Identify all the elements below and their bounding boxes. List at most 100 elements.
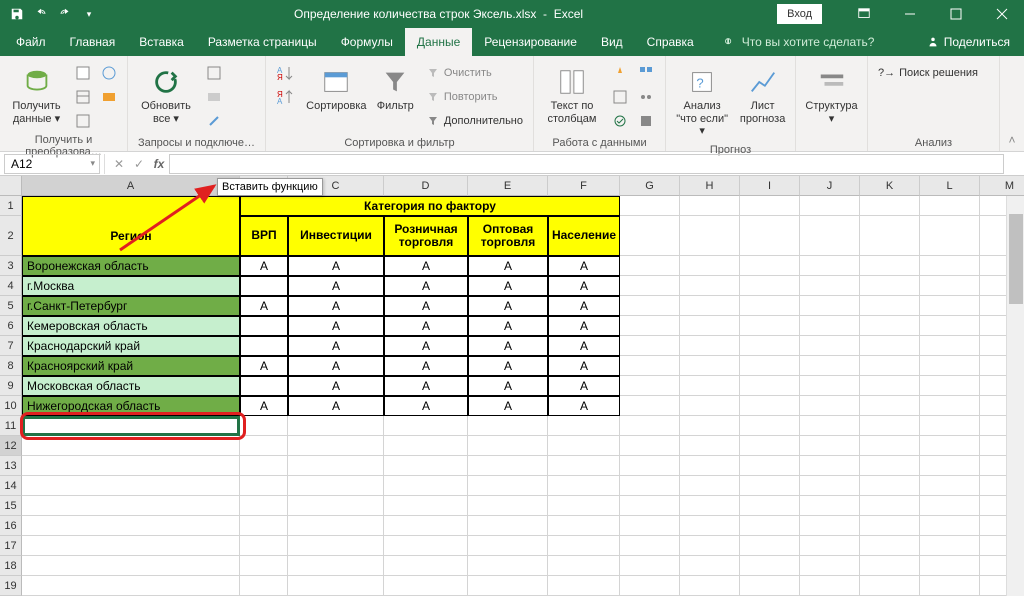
cell[interactable] [860,496,920,516]
cell[interactable] [680,456,740,476]
cell[interactable] [860,556,920,576]
row-header-19[interactable]: 19 [0,576,22,596]
cell[interactable] [288,436,384,456]
cell[interactable]: Население [548,216,620,256]
cell[interactable] [680,496,740,516]
column-header-M[interactable]: M [980,176,1024,196]
cell[interactable] [240,576,288,596]
cell[interactable]: Инвестиции [288,216,384,256]
cell[interactable] [740,356,800,376]
cell[interactable] [920,276,980,296]
cell[interactable]: A [240,296,288,316]
tab-help[interactable]: Справка [635,28,706,56]
data-validation-icon[interactable] [608,110,632,132]
cell[interactable] [288,576,384,596]
cell[interactable]: A [548,256,620,276]
cell[interactable]: A [288,256,384,276]
flash-fill-icon[interactable] [608,62,632,84]
column-header-K[interactable]: K [860,176,920,196]
cell[interactable]: A [288,396,384,416]
undo-icon[interactable] [30,3,52,25]
from-web-icon[interactable] [97,62,121,84]
cell[interactable] [740,316,800,336]
cell[interactable] [384,496,468,516]
cell[interactable] [680,276,740,296]
tab-layout[interactable]: Разметка страницы [196,28,329,56]
cell[interactable]: A [468,256,548,276]
cell[interactable]: A [468,396,548,416]
row-header-8[interactable]: 8 [0,356,22,376]
cell[interactable] [384,476,468,496]
cell[interactable]: A [468,276,548,296]
cell[interactable] [384,536,468,556]
row-header-12[interactable]: 12 [0,436,22,456]
cancel-formula-icon[interactable]: ✕ [109,154,129,174]
cell[interactable]: A [468,296,548,316]
cell[interactable]: A [384,336,468,356]
column-header-I[interactable]: I [740,176,800,196]
column-header-E[interactable]: E [468,176,548,196]
cell[interactable]: Воронежская область [22,256,240,276]
maximize-button[interactable] [934,0,978,28]
from-text-icon[interactable] [71,62,95,84]
cell[interactable] [920,456,980,476]
cell[interactable]: Регион [22,216,240,256]
cell[interactable] [468,516,548,536]
cell[interactable] [680,376,740,396]
cell[interactable] [740,396,800,416]
cell[interactable]: A [384,256,468,276]
cell[interactable] [22,496,240,516]
cell[interactable]: A [288,316,384,336]
cell[interactable] [240,376,288,396]
column-header-G[interactable]: G [620,176,680,196]
cell[interactable] [680,536,740,556]
row-header-13[interactable]: 13 [0,456,22,476]
cell[interactable] [740,456,800,476]
cell[interactable]: A [548,336,620,356]
ribbon-options-icon[interactable] [842,0,886,28]
cell[interactable] [740,216,800,256]
cell[interactable]: A [468,356,548,376]
cell[interactable]: г.Москва [22,276,240,296]
cell[interactable] [740,576,800,596]
row-header-5[interactable]: 5 [0,296,22,316]
column-header-H[interactable]: H [680,176,740,196]
cell[interactable] [288,476,384,496]
cell[interactable] [680,256,740,276]
row-header-17[interactable]: 17 [0,536,22,556]
cell[interactable] [920,296,980,316]
cell[interactable] [860,376,920,396]
from-table-icon[interactable] [71,86,95,108]
cell[interactable] [620,516,680,536]
cell[interactable] [920,536,980,556]
tab-home[interactable]: Главная [58,28,128,56]
close-button[interactable] [980,0,1024,28]
text-to-columns-button[interactable]: Текст по столбцам [540,62,604,129]
column-header-J[interactable]: J [800,176,860,196]
data-model-icon[interactable] [634,110,658,132]
signin-button[interactable]: Вход [777,4,822,24]
cell[interactable] [920,556,980,576]
vertical-scrollbar[interactable] [1006,196,1024,596]
cell[interactable] [240,276,288,296]
cell[interactable]: A [288,356,384,376]
cell[interactable] [548,516,620,536]
cell[interactable] [800,416,860,436]
refresh-all-button[interactable]: Обновить все ▾ [134,62,198,129]
cell[interactable] [680,296,740,316]
cell[interactable] [680,476,740,496]
cell[interactable] [288,556,384,576]
tell-me-search[interactable]: Что вы хотите сделать? [722,35,875,49]
cell[interactable]: A [548,296,620,316]
cell[interactable] [288,456,384,476]
cell[interactable] [920,516,980,536]
cell[interactable] [288,516,384,536]
insert-function-icon[interactable]: fx [149,154,169,174]
cell[interactable] [240,536,288,556]
cell[interactable] [800,576,860,596]
cell[interactable]: Категория по фактору [240,196,620,216]
cell[interactable] [920,356,980,376]
cell[interactable] [920,436,980,456]
cell[interactable] [680,396,740,416]
cell[interactable]: A [548,356,620,376]
